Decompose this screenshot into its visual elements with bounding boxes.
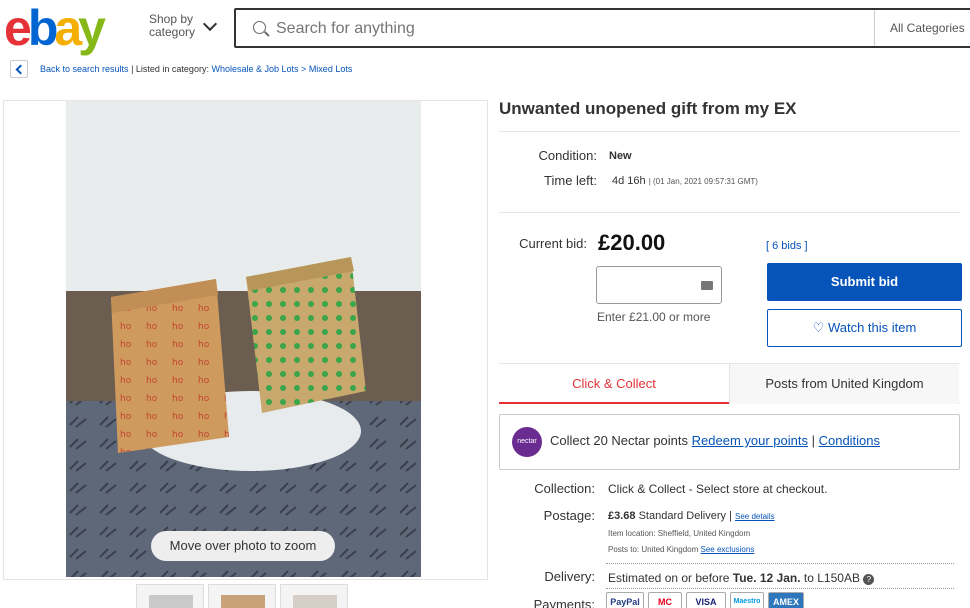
fulfillment-tabs: Click & Collect Posts from United Kingdo…: [499, 363, 960, 404]
logo-letter-y: y: [78, 0, 106, 56]
tab-posts-from[interactable]: Posts from United Kingdom: [729, 364, 959, 404]
search-input[interactable]: [276, 17, 856, 41]
time-left-duration: 4d 16h: [612, 175, 646, 187]
delivery-date: Tue. 12 Jan.: [732, 571, 801, 585]
condition-value: New: [609, 150, 632, 162]
divider: [606, 588, 954, 589]
tab-click-collect[interactable]: Click & Collect: [499, 364, 729, 404]
nectar-text: Collect 20 Nectar points Redeem your poi…: [550, 433, 880, 448]
visa-icon: VISA: [686, 592, 726, 608]
bid-count-link[interactable]: [ 6 bids ]: [766, 240, 808, 252]
breadcrumb-category-wholesale[interactable]: Wholesale & Job Lots: [211, 64, 298, 74]
back-to-search-link[interactable]: Back to search results: [40, 64, 129, 74]
item-location: Item location: Sheffield, United Kingdom: [608, 529, 751, 538]
collection-value: Click & Collect - Select store at checko…: [608, 482, 828, 496]
maestro-icon: Maestro: [730, 592, 764, 608]
watch-item-button[interactable]: ♡ Watch this item: [767, 309, 962, 347]
bid-amount-input[interactable]: [596, 266, 722, 304]
listing-title: Unwanted unopened gift from my EX: [499, 99, 797, 118]
nectar-box: nectar Collect 20 Nectar points Redeem y…: [499, 414, 960, 470]
delivery-pre: Estimated on or before: [608, 571, 730, 585]
time-left-label: Time left:: [544, 173, 597, 188]
divider: [499, 131, 960, 132]
gift-boxes-image: ho: [66, 101, 421, 577]
thumbnail[interactable]: [208, 584, 276, 608]
search-icon: [253, 21, 266, 34]
postage-type: Standard Delivery |: [638, 510, 732, 522]
breadcrumb: Back to search results | Listed in categ…: [40, 64, 352, 74]
submit-bid-button[interactable]: Submit bid: [767, 263, 962, 301]
info-icon[interactable]: ?: [863, 574, 875, 585]
delivery-postcode: to L150AB: [803, 571, 860, 585]
thumbnail[interactable]: [136, 584, 204, 608]
divider: [499, 212, 960, 213]
keyboard-icon: [701, 281, 713, 290]
thumbnail[interactable]: [280, 584, 348, 608]
divider: [606, 563, 954, 564]
logo-letter-b: b: [27, 0, 58, 56]
see-exclusions-link[interactable]: See exclusions: [701, 545, 755, 554]
conditions-link[interactable]: Conditions: [819, 433, 880, 448]
ebay-logo[interactable]: ebay: [4, 0, 106, 56]
breadcrumb-separator: | Listed in category:: [131, 64, 209, 74]
redeem-points-link[interactable]: Redeem your points: [692, 433, 808, 448]
current-bid-label: Current bid:: [519, 236, 587, 251]
zoom-hint: Move over photo to zoom: [151, 531, 335, 561]
see-details-link[interactable]: See details: [735, 512, 775, 521]
category-label: category: [149, 25, 196, 39]
nectar-points-text: Collect 20 Nectar points: [550, 433, 689, 448]
back-arrow-icon[interactable]: [10, 60, 28, 78]
posts-to-text: Posts to: United Kingdom: [608, 545, 699, 554]
condition-label: Condition:: [538, 148, 597, 163]
collection-label: Collection:: [534, 481, 595, 496]
postage-label: Postage:: [543, 508, 595, 523]
nectar-logo: nectar: [512, 427, 542, 457]
delivery-value: Estimated on or before Tue. 12 Jan. to L…: [608, 571, 875, 585]
item-photo[interactable]: ho: [66, 101, 421, 577]
chevron-down-icon: [202, 16, 218, 32]
mastercard-icon: MC: [648, 592, 682, 608]
postage-price: £3.68: [608, 510, 636, 522]
all-categories-dropdown[interactable]: All Categories: [874, 10, 970, 46]
nectar-separator: |: [807, 433, 819, 448]
breadcrumb-category-mixed-lots[interactable]: Mixed Lots: [309, 64, 353, 74]
bid-help-text: Enter £21.00 or more: [597, 310, 711, 324]
breadcrumb-arrow: >: [301, 64, 307, 74]
shop-by-category-button[interactable]: Shop by category: [149, 13, 218, 39]
logo-letter-a: a: [54, 0, 82, 56]
posts-to: Posts to: United Kingdom See exclusions: [608, 545, 754, 554]
current-bid-price: £20.00: [598, 230, 666, 255]
search-bar: All Categories: [234, 8, 970, 48]
logo-letter-e: e: [4, 0, 32, 56]
payments-label: Payments:: [533, 597, 595, 608]
time-left-value: 4d 16h | (01 Jan, 2021 09:57:31 GMT): [612, 175, 758, 187]
time-left-end: | (01 Jan, 2021 09:57:31 GMT): [648, 177, 758, 186]
delivery-label: Delivery:: [544, 569, 595, 584]
amex-icon: AMEX: [768, 592, 804, 608]
postage-value: £3.68 Standard Delivery | See details: [608, 510, 775, 522]
paypal-icon: PayPal: [606, 592, 644, 608]
